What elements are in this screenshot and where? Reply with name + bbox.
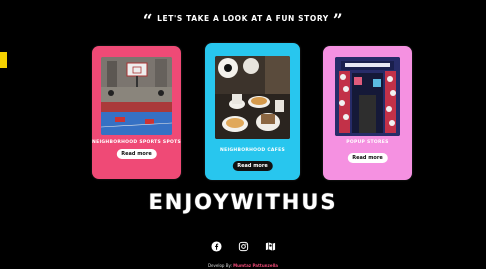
card-title: NEIGHBORHOOD CAFES — [220, 148, 285, 153]
popup-store-photo — [335, 57, 400, 136]
facebook-icon[interactable] — [210, 240, 223, 253]
developer-name[interactable]: Mumtaz Pattunzella — [233, 263, 278, 268]
read-more-button[interactable]: Read more — [232, 161, 273, 171]
basketball-court-photo — [101, 57, 172, 135]
open-quote-icon: “ — [142, 11, 154, 31]
section-heading-text: LET'S TAKE A LOOK AT A FUN STORY — [157, 14, 329, 23]
card-title: POPUP STORES — [346, 140, 389, 145]
read-more-button[interactable]: Read more — [116, 149, 157, 159]
instagram-icon[interactable] — [237, 240, 250, 253]
side-tab[interactable] — [0, 52, 7, 68]
footer-credit: Develop By: Mumtaz Pattunzella — [0, 263, 486, 268]
story-card-cafes[interactable]: NEIGHBORHOOD CAFES Read more — [205, 43, 300, 180]
section-heading: “LET'S TAKE A LOOK AT A FUN STORY” — [0, 13, 486, 30]
close-quote-icon: ” — [332, 11, 344, 31]
cafe-table-photo — [215, 56, 290, 139]
card-title: NEIGHBORHOOD SPORTS SPOTS — [92, 140, 182, 145]
social-links — [0, 240, 486, 253]
story-card-popup[interactable]: POPUP STORES Read more — [323, 46, 412, 180]
brand-title: ENJOYWITHUS — [148, 190, 338, 214]
read-more-button[interactable]: Read more — [347, 153, 388, 163]
story-card-sports[interactable]: NEIGHBORHOOD SPORTS SPOTS Read more — [92, 46, 181, 179]
credit-prefix: Develop By: — [207, 263, 232, 268]
map-icon[interactable] — [264, 240, 277, 253]
